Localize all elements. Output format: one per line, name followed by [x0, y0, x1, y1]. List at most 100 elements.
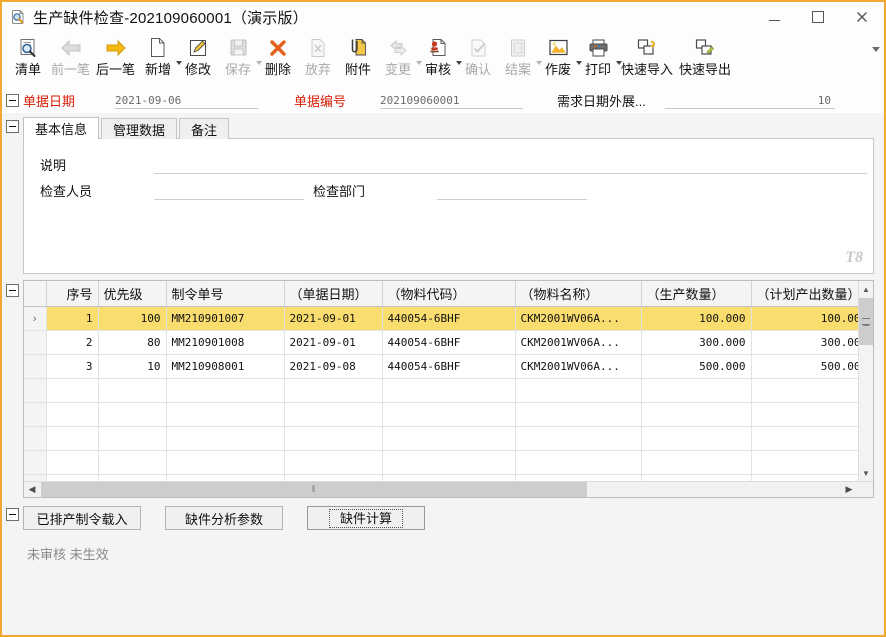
grid-cell[interactable] — [641, 450, 752, 475]
toolbar-button-attachment[interactable]: 附件 — [338, 35, 378, 83]
grid-cell[interactable] — [751, 474, 858, 481]
minimize-icon[interactable] — [752, 2, 796, 32]
grid-cell[interactable] — [46, 402, 99, 427]
grid-cell[interactable]: 500.000 — [641, 354, 752, 379]
grid-cell[interactable]: 1 — [46, 306, 99, 331]
grid-cell[interactable]: 440054-6BHF — [382, 306, 516, 331]
toolbar-button-edit[interactable]: 修改 — [178, 35, 218, 83]
grid-header-cell[interactable]: （生产数量） — [641, 281, 752, 307]
toolbar-button-new[interactable]: 新增 — [138, 35, 183, 83]
toolbar-button-save[interactable]: 保存 — [218, 35, 263, 83]
doc-no-value[interactable]: 202109060001 — [380, 92, 523, 109]
grid-header-cell[interactable]: （物料代码） — [382, 281, 516, 307]
close-icon[interactable] — [840, 2, 884, 32]
grid-cell[interactable] — [98, 402, 167, 427]
grid-cell[interactable] — [641, 426, 752, 451]
grid-header-cell[interactable]: （物料名称） — [515, 281, 642, 307]
toolbar-button-quick-export[interactable]: 快速导出 — [676, 35, 734, 83]
grid-cell[interactable]: 80 — [98, 330, 167, 355]
grid-cell[interactable] — [98, 378, 167, 403]
collapse-basic-info-toggle[interactable] — [6, 120, 19, 133]
grid-cell[interactable]: 440054-6BHF — [382, 330, 516, 355]
maximize-icon[interactable] — [796, 2, 840, 32]
table-row[interactable]: 3 10 MM210908001 2021-09-08 440054-6BHF … — [24, 354, 858, 379]
grid-cell[interactable] — [284, 450, 383, 475]
grid-cell[interactable] — [46, 426, 99, 451]
grid-cell[interactable]: 500.00 — [751, 354, 858, 379]
grid-cell[interactable]: CKM2001WV06A... — [515, 354, 642, 379]
grid-cell[interactable]: 300.00 — [751, 330, 858, 355]
scroll-left-arrow[interactable]: ◀ — [24, 482, 40, 497]
scroll-right-arrow[interactable]: ▶ — [841, 482, 857, 497]
grid-cell[interactable] — [515, 426, 642, 451]
grid-cell[interactable]: 300.000 — [641, 330, 752, 355]
scroll-up-arrow[interactable]: ▲ — [859, 281, 873, 297]
grid-cell[interactable] — [382, 450, 516, 475]
toolbar-overflow-icon[interactable] — [872, 47, 880, 52]
grid-vertical-scrollbar[interactable]: ▲ ▼ — [858, 281, 873, 481]
toolbar-button-print[interactable]: 打印 — [578, 35, 623, 83]
grid-cell[interactable]: CKM2001WV06A... — [515, 306, 642, 331]
grid-cell[interactable] — [166, 474, 285, 481]
toolbar-button-close-case[interactable]: 结案 — [498, 35, 543, 83]
collapse-grid-toggle[interactable] — [6, 284, 19, 297]
grid-header-cell[interactable]: （单据日期） — [284, 281, 383, 307]
grid-cell[interactable]: CKM2001WV06A... — [515, 330, 642, 355]
grid-cell[interactable] — [751, 450, 858, 475]
toolbar-button-void[interactable]: 作废 — [538, 35, 583, 83]
table-row[interactable]: 2 80 MM210901008 2021-09-01 440054-6BHF … — [24, 330, 858, 355]
grid-cell[interactable]: 2021-09-08 — [284, 354, 383, 379]
load-scheduled-orders-button[interactable]: 已排产制令载入 — [23, 506, 141, 530]
shortage-analysis-params-button[interactable]: 缺件分析参数 — [165, 506, 283, 530]
table-row-empty[interactable] — [24, 426, 858, 451]
grid-cell[interactable] — [46, 378, 99, 403]
tab-remarks[interactable]: 备注 — [179, 118, 230, 139]
grid-cell[interactable] — [284, 378, 383, 403]
grid-cell[interactable] — [166, 402, 285, 427]
table-row-empty[interactable] — [24, 402, 858, 427]
grid-cell[interactable] — [98, 450, 167, 475]
grid-header-cell[interactable]: 序号 — [46, 281, 99, 307]
row-marker[interactable] — [24, 378, 47, 403]
toolbar-button-approve[interactable]: 审核 — [418, 35, 463, 83]
toolbar-button-confirm[interactable]: 确认 — [458, 35, 498, 83]
grid-cell[interactable] — [166, 450, 285, 475]
table-row-empty[interactable] — [24, 378, 858, 403]
toolbar-button-discard[interactable]: 放弃 — [298, 35, 338, 83]
grid-cell[interactable]: MM210901008 — [166, 330, 285, 355]
grid-cell[interactable] — [641, 474, 752, 481]
row-marker[interactable] — [24, 354, 47, 379]
grid-cell[interactable] — [751, 426, 858, 451]
grid-cell[interactable]: 2 — [46, 330, 99, 355]
toolbar-button-delete[interactable]: 删除 — [258, 35, 298, 83]
grid-horizontal-scrollbar[interactable]: ◀ ⦀ ▶ — [24, 481, 873, 497]
row-marker[interactable]: › — [24, 306, 47, 331]
grid-cell[interactable] — [284, 426, 383, 451]
grid-cell[interactable] — [166, 426, 285, 451]
grid-cell[interactable]: 440054-6BHF — [382, 354, 516, 379]
grid-cell[interactable]: 100.00 — [751, 306, 858, 331]
grid-cell[interactable] — [751, 378, 858, 403]
grid-cell[interactable]: 10 — [98, 354, 167, 379]
grid-cell[interactable] — [751, 402, 858, 427]
toolbar-button-quick-import[interactable]: 快速导入 — [618, 35, 676, 83]
grid-header-cell[interactable]: 优先级 — [98, 281, 167, 307]
row-marker[interactable] — [24, 426, 47, 451]
grid-cell[interactable]: 100.000 — [641, 306, 752, 331]
grid-cell[interactable]: 3 — [46, 354, 99, 379]
grid-cell[interactable] — [98, 474, 167, 481]
toolbar-button-list[interactable]: 清单 — [8, 35, 48, 83]
grid-header-cell[interactable]: 制令单号 — [166, 281, 285, 307]
shortage-calculate-button[interactable]: 缺件计算 — [307, 506, 425, 530]
grid-cell[interactable] — [382, 402, 516, 427]
grid-cell[interactable] — [641, 402, 752, 427]
demand-ext-value[interactable]: 10 — [665, 92, 835, 109]
row-marker[interactable] — [24, 450, 47, 475]
row-marker[interactable] — [24, 474, 47, 481]
grid-cell[interactable]: MM210908001 — [166, 354, 285, 379]
grid-cell[interactable]: MM210901007 — [166, 306, 285, 331]
tab-basic-info[interactable]: 基本信息 — [23, 117, 100, 139]
grid-cell[interactable] — [98, 426, 167, 451]
horizontal-scroll-thumb[interactable]: ⦀ — [41, 482, 587, 497]
row-marker[interactable] — [24, 402, 47, 427]
